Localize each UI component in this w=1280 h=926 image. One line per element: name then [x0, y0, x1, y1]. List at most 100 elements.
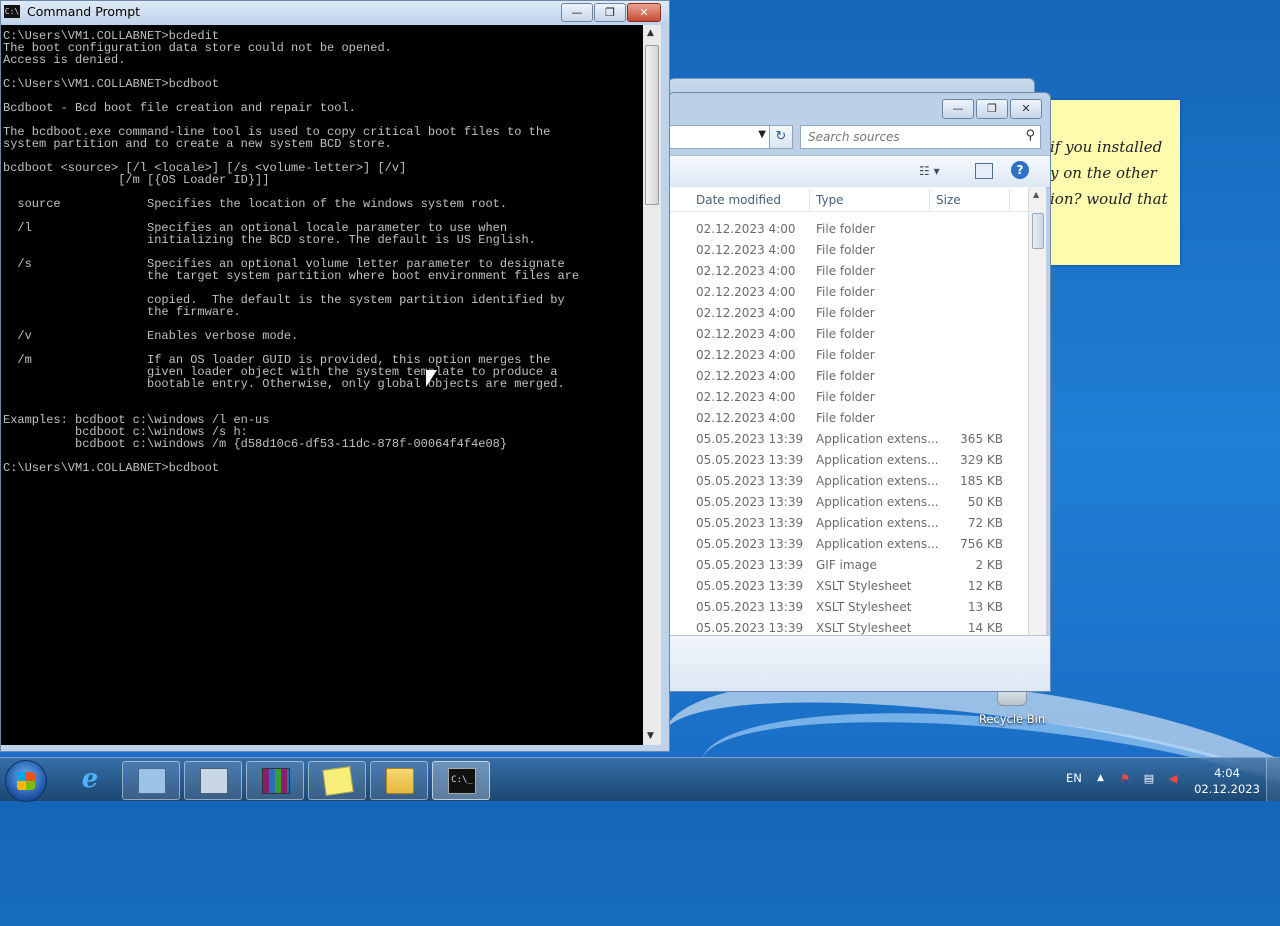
sticky-note[interactable]: if you installed y on the other ion? wou… [1040, 100, 1180, 265]
file-type: File folder [816, 348, 875, 362]
help-icon[interactable]: ? [1011, 161, 1029, 179]
cmd-title-bar[interactable]: C:\ Command Prompt — ❐ ✕ [1, 1, 669, 23]
close-button[interactable]: ✕ [627, 3, 661, 22]
console-output[interactable]: C:\Users\VM1.COLLABNET>bcdedit The boot … [1, 25, 643, 745]
file-size: 13 KB [967, 600, 1003, 614]
language-indicator[interactable]: EN [1066, 771, 1082, 785]
clock-date: 02.12.2023 [1194, 782, 1260, 796]
file-size: 12 KB [967, 579, 1003, 593]
scroll-up-icon[interactable]: ▲ [647, 28, 654, 38]
cmd-icon[interactable]: C:\ [4, 5, 20, 18]
file-row[interactable]: 05.05.2023 13:39 GIF image 2 KB [669, 555, 1028, 576]
file-type: File folder [816, 327, 875, 341]
taskbar-winrar[interactable] [246, 761, 304, 800]
file-size: 365 KB [960, 432, 1003, 446]
file-row[interactable]: 02.12.2023 4:00 File folder [669, 219, 1028, 240]
volume-muted-icon[interactable]: ◀ [1166, 772, 1180, 786]
column-date-modified[interactable]: Date modified [696, 193, 781, 207]
scrollbar-thumb[interactable] [1032, 213, 1044, 249]
file-size: 2 KB [975, 558, 1003, 572]
taskbar-sticky-notes[interactable] [308, 761, 366, 800]
show-hidden-icons-icon[interactable]: ▲ [1097, 773, 1104, 783]
file-row[interactable]: 02.12.2023 4:00 File folder [669, 282, 1028, 303]
taskbar-internet-explorer[interactable]: e [62, 761, 118, 798]
minimize-button[interactable]: — [942, 99, 974, 119]
file-row[interactable]: 05.05.2023 13:39 Application extens... 72 … [669, 513, 1028, 534]
file-row[interactable]: 05.05.2023 13:39 Application extens... 756… [669, 534, 1028, 555]
file-type: File folder [816, 243, 875, 257]
file-row[interactable]: 05.05.2023 13:39 XSLT Stylesheet 13 KB [669, 597, 1028, 618]
console-text[interactable]: C:\Users\VM1.COLLABNET>bcdedit The boot … [1, 25, 643, 474]
network-icon[interactable]: ▤ [1142, 772, 1156, 786]
taskbar-computer[interactable] [184, 761, 242, 800]
file-date: 05.05.2023 13:39 [696, 558, 804, 572]
maximize-button[interactable]: ❐ [594, 3, 626, 22]
file-size: 72 KB [967, 516, 1003, 530]
file-row[interactable]: 02.12.2023 4:00 File folder [669, 324, 1028, 345]
file-date: 02.12.2023 4:00 [696, 306, 796, 320]
file-date: 05.05.2023 13:39 [696, 474, 804, 488]
change-view-icon[interactable]: ☷ ▾ [919, 164, 940, 178]
window-title: Command Prompt [27, 4, 141, 19]
maximize-button[interactable]: ❐ [976, 99, 1008, 119]
scroll-down-icon[interactable]: ▼ [647, 731, 654, 741]
search-input[interactable]: Search sources ⚲ [800, 125, 1041, 149]
file-row[interactable]: 02.12.2023 4:00 File folder [669, 240, 1028, 261]
file-row[interactable]: 05.05.2023 13:39 Application extens... 329… [669, 450, 1028, 471]
sticky-note-text: if you installed y on the other ion? wou… [1050, 134, 1180, 212]
column-separator[interactable] [929, 187, 930, 211]
file-row[interactable]: 02.12.2023 4:00 File folder [669, 408, 1028, 429]
taskbar-explorer[interactable] [370, 761, 428, 800]
file-type: XSLT Stylesheet [816, 579, 912, 593]
column-separator[interactable] [1009, 187, 1010, 211]
taskbar-server-manager[interactable] [122, 761, 180, 800]
close-button[interactable]: ✕ [1010, 99, 1042, 119]
explorer-toolbar: ☷ ▾ ? [669, 155, 1050, 188]
scroll-up-icon[interactable]: ▲ [1033, 190, 1039, 199]
clock[interactable]: 4:04 02.12.2023 [1192, 765, 1262, 797]
show-desktop-button[interactable] [1266, 758, 1280, 801]
action-center-icon[interactable]: ⚑ [1118, 772, 1132, 786]
file-type: File folder [816, 390, 875, 404]
column-size[interactable]: Size [936, 193, 961, 207]
file-date: 05.05.2023 13:39 [696, 537, 804, 551]
file-row[interactable]: 02.12.2023 4:00 File folder [669, 366, 1028, 387]
column-separator[interactable] [809, 187, 810, 211]
file-row[interactable]: 02.12.2023 4:00 File folder [669, 303, 1028, 324]
file-row[interactable]: 05.05.2023 13:39 XSLT Stylesheet 12 KB [669, 576, 1028, 597]
file-type: Application extens... [816, 516, 939, 530]
details-pane [669, 635, 1050, 691]
command-prompt-window[interactable]: C:\ Command Prompt — ❐ ✕ C:\Users\VM1.CO… [0, 0, 670, 752]
explorer-window[interactable]: — ❐ ✕ ▼ ↻ Search sources ⚲ ☷ ▾ ? Date mo… [668, 92, 1051, 692]
file-type: File folder [816, 369, 875, 383]
file-type: Application extens... [816, 474, 939, 488]
file-size: 14 KB [967, 621, 1003, 635]
file-type: File folder [816, 411, 875, 425]
file-row[interactable]: 05.05.2023 13:39 Application extens... 185… [669, 471, 1028, 492]
file-row[interactable]: 02.12.2023 4:00 File folder [669, 345, 1028, 366]
console-scrollbar[interactable]: ▲ ▼ [643, 25, 661, 745]
file-list-scrollbar[interactable]: ▲ ▼ [1028, 187, 1046, 691]
winrar-icon [262, 768, 290, 794]
file-date: 05.05.2023 13:39 [696, 453, 804, 467]
start-button[interactable] [5, 760, 47, 802]
column-type[interactable]: Type [816, 193, 844, 207]
file-date: 02.12.2023 4:00 [696, 222, 796, 236]
scrollbar-thumb[interactable] [645, 45, 659, 205]
windows-logo-icon [17, 772, 35, 790]
preview-pane-icon[interactable] [975, 163, 993, 179]
file-size: 185 KB [960, 474, 1003, 488]
search-icon[interactable]: ⚲ [1025, 128, 1035, 143]
file-type: Application extens... [816, 495, 939, 509]
file-row[interactable]: 02.12.2023 4:00 File folder [669, 387, 1028, 408]
taskbar-command-prompt[interactable]: C:\_ [432, 761, 490, 800]
file-row[interactable]: 05.05.2023 13:39 Application extens... 365… [669, 429, 1028, 450]
refresh-button[interactable]: ↻ [769, 125, 793, 149]
address-dropdown-icon[interactable]: ▼ [758, 129, 766, 140]
file-size: 756 KB [960, 537, 1003, 551]
file-date: 05.05.2023 13:39 [696, 579, 804, 593]
file-row[interactable]: 02.12.2023 4:00 File folder [669, 261, 1028, 282]
minimize-button[interactable]: — [561, 3, 593, 22]
file-row[interactable]: 05.05.2023 13:39 Application extens... 50 … [669, 492, 1028, 513]
address-bar[interactable]: ▼ [669, 125, 771, 149]
